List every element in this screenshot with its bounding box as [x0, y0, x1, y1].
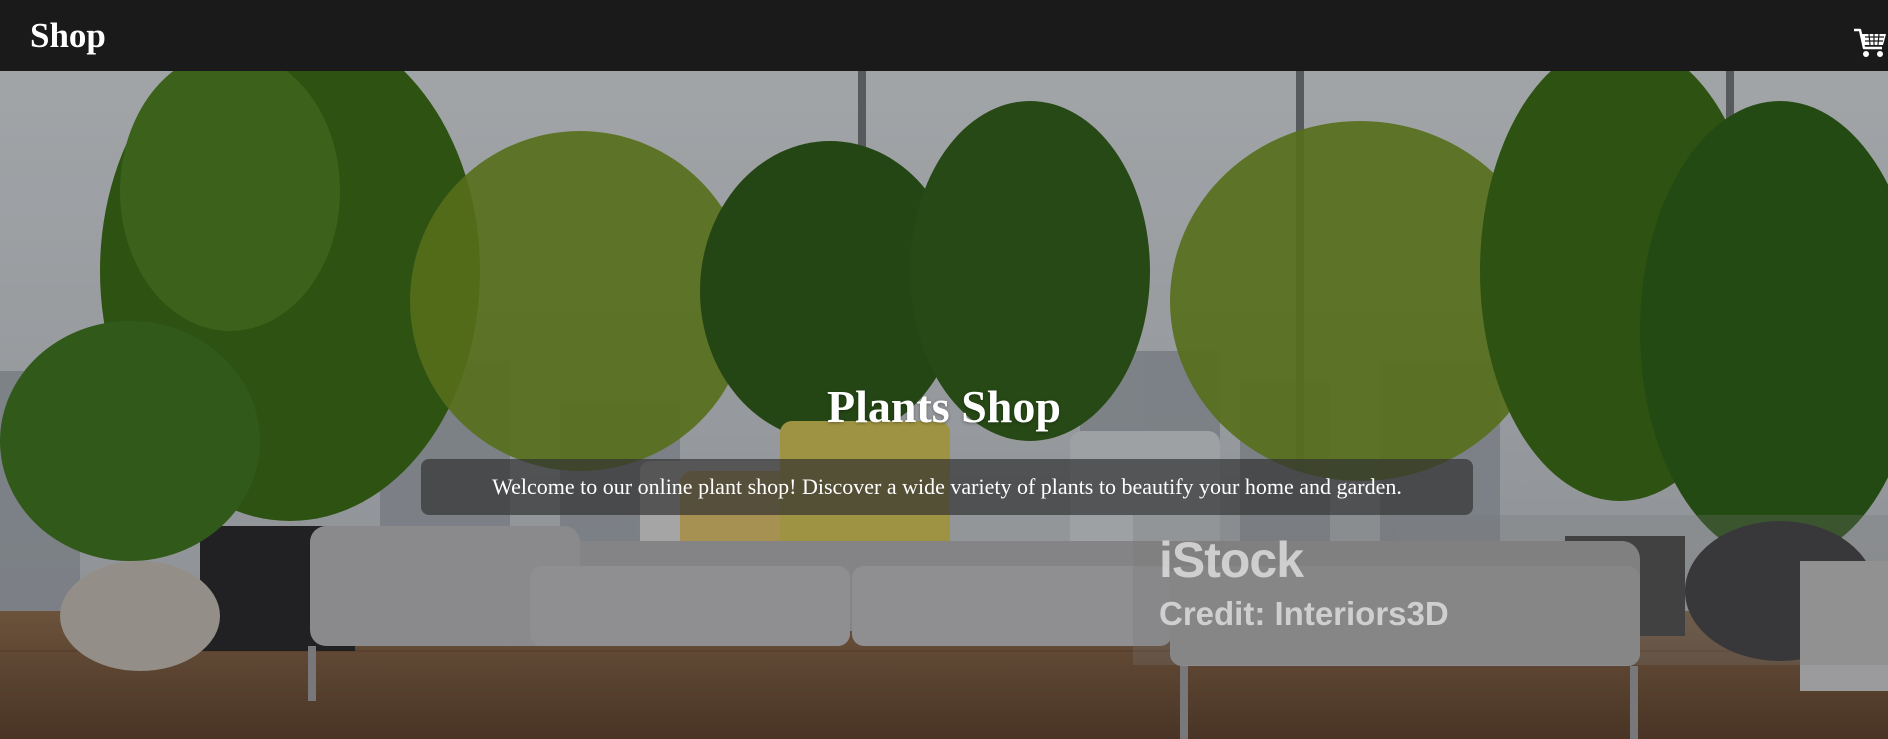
navbar: Shop: [0, 0, 1888, 71]
stock-watermark: iStock Credit: Interiors3D: [1133, 515, 1888, 665]
hero-title: Plants Shop: [827, 381, 1061, 432]
brand-link[interactable]: Shop: [30, 18, 106, 53]
watermark-credit: Credit: Interiors3D: [1159, 595, 1449, 632]
watermark-logo: iStock: [1159, 532, 1304, 588]
hero-subtitle-box: Welcome to our online plant shop! Discov…: [421, 459, 1473, 515]
hero-subtitle: Welcome to our online plant shop! Discov…: [492, 474, 1402, 499]
shopping-cart-icon[interactable]: [1852, 24, 1888, 60]
hero-banner: Plants Shop Welcome to our online plant …: [0, 71, 1888, 739]
